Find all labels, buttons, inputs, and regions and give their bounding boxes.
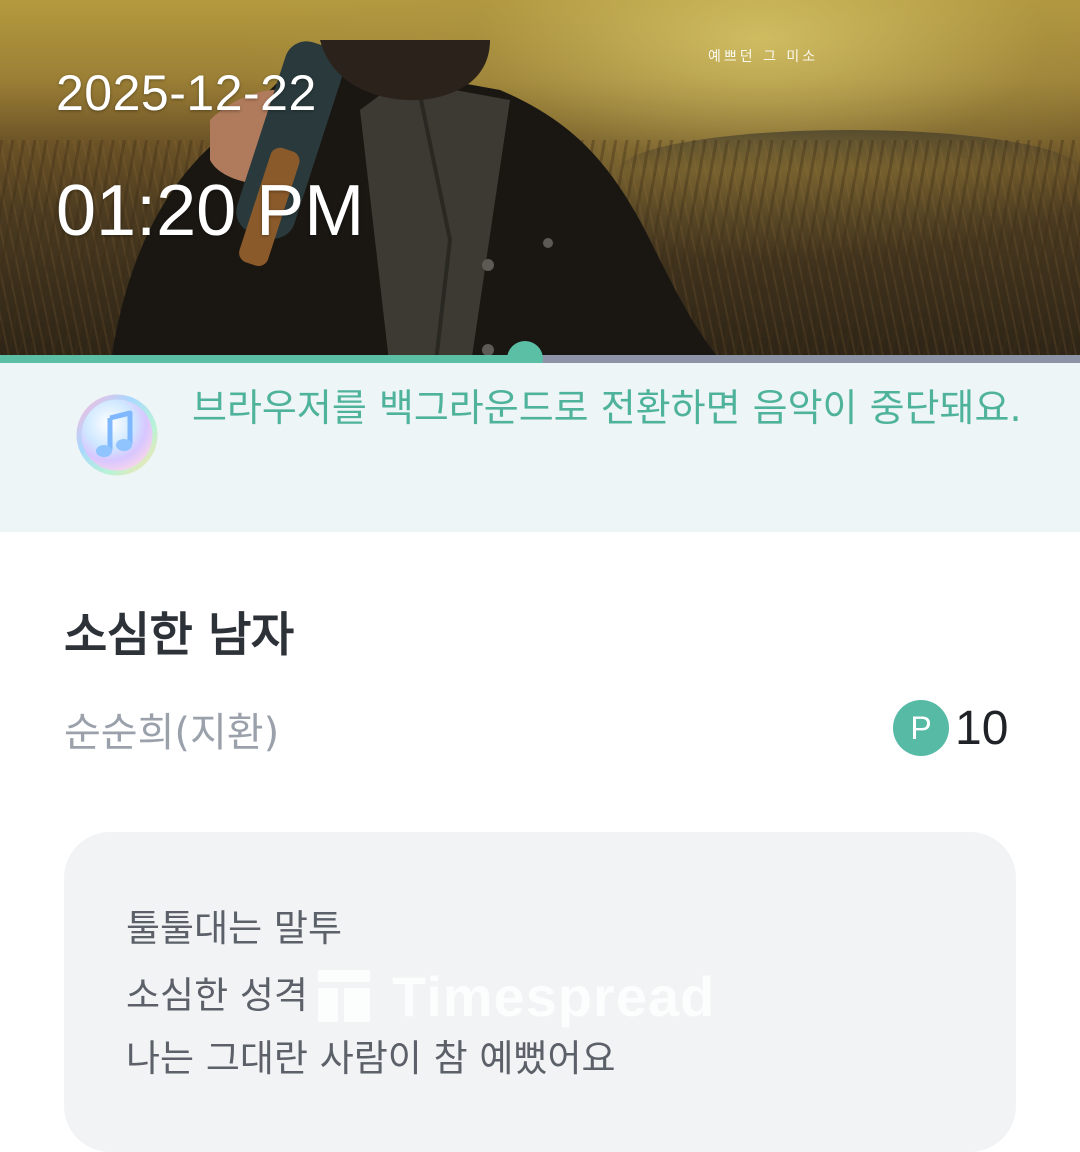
current-date: 2025-12-22 xyxy=(56,65,317,121)
music-note-icon xyxy=(76,394,158,476)
lyric-line: 소심한 성격 xyxy=(126,974,308,1017)
lyrics-card: 툴툴대는 말투 소심한 성격 나는 그대란 사람이 참 예뻤어요 xyxy=(64,832,1016,1152)
song-title: 소심한 남자 xyxy=(64,608,294,663)
current-time: 01:20 PM xyxy=(56,171,365,251)
background-playback-notice: 브라우저를 백그라운드로 전환하면 음악이 중단돼요. xyxy=(0,363,1080,532)
points-icon: P xyxy=(893,700,949,756)
artist-name: 순순희(지환) xyxy=(64,710,280,756)
progress-fill xyxy=(0,355,525,363)
notice-text: 브라우저를 백그라운드로 전환하면 음악이 중단돼요. xyxy=(192,386,1022,430)
album-caption: 예쁘던 그 미소 xyxy=(708,49,819,65)
points-badge: P 10 xyxy=(893,700,1008,756)
lyric-line: 툴툴대는 말투 xyxy=(126,907,343,950)
lyric-line: 나는 그대란 사람이 참 예뻤어요 xyxy=(126,1037,616,1080)
points-value: 10 xyxy=(955,701,1009,755)
album-art: 예쁘던 그 미소 2025-12-22 01:20 PM xyxy=(0,0,1080,362)
